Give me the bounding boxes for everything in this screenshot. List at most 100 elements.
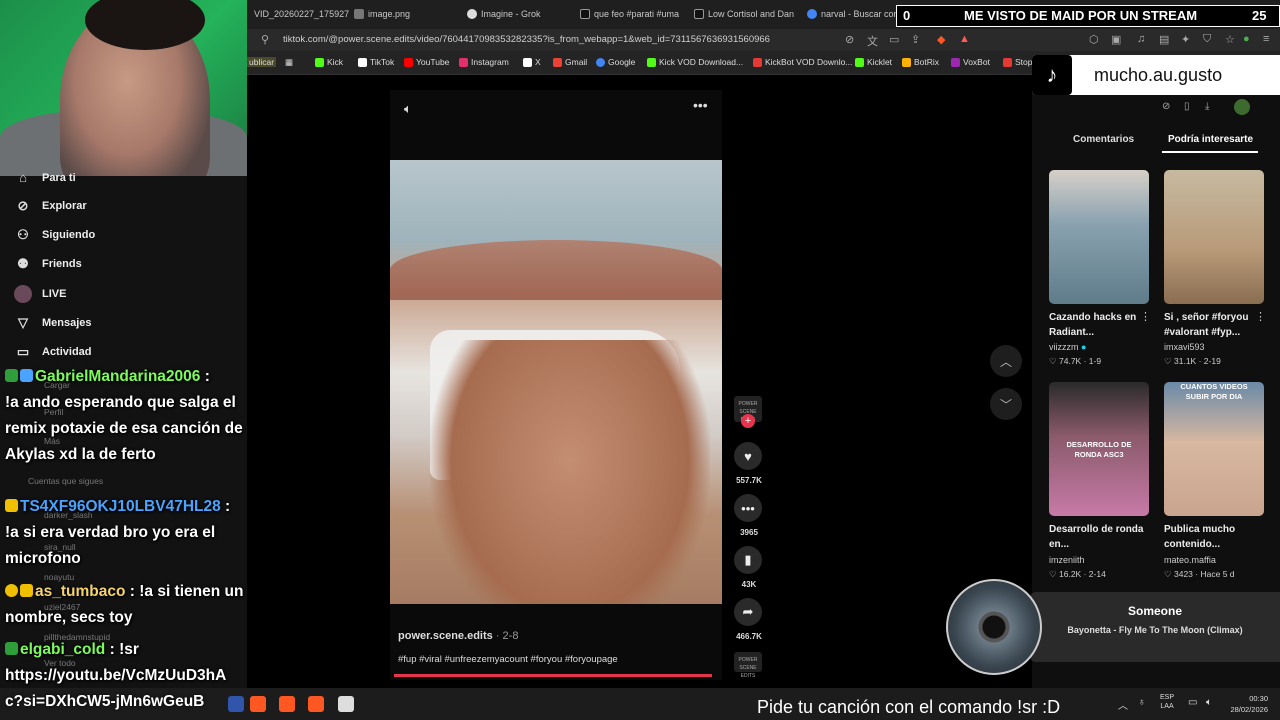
volume-tray-icon[interactable]: 🔈︎ [1206, 697, 1212, 708]
sidebar-icon[interactable]: ▣ [1111, 33, 1121, 46]
kebab-menu-icon[interactable]: ⋮ [1255, 310, 1266, 323]
bookmark-x[interactable]: X [523, 57, 541, 67]
extensions-icon[interactable]: ⬡ [1089, 33, 1099, 46]
kebab-menu-icon[interactable]: ⋮ [1140, 310, 1151, 323]
video-progress-bar[interactable] [394, 674, 712, 677]
suggested-video-thumbnail[interactable]: CUANTOS VIDEOS SUBIR POR DIA [1164, 382, 1264, 516]
brave-browser-icon[interactable] [250, 696, 266, 712]
sidebar-item-explorar[interactable]: ⊘ Explorar [14, 198, 87, 214]
menu-icon[interactable]: ≡ [1263, 33, 1269, 45]
brave-browser-icon[interactable] [308, 696, 324, 712]
leo-icon[interactable]: ✦ [1181, 33, 1190, 46]
video-author[interactable]: power.scene.edits · 2-8 [398, 630, 518, 642]
comment-button[interactable]: ••• [734, 494, 762, 522]
tray-chevron-icon[interactable]: ︿ [1118, 697, 1128, 712]
bookmark-gmail[interactable]: Gmail [553, 57, 587, 67]
system-clock[interactable]: 00:30 28/02/2026 [1224, 693, 1268, 715]
bookmark-stop[interactable]: Stop [1003, 57, 1033, 67]
suggested-video-author[interactable]: mateo.maffia [1164, 555, 1216, 565]
tune-icon[interactable]: ⚲ [261, 33, 269, 46]
brave-rewards-icon[interactable]: ▲ [959, 33, 970, 45]
screen-icon[interactable]: ▭ [889, 33, 899, 46]
taskbar-app-icon[interactable] [228, 696, 244, 712]
bookmark-botrix[interactable]: BotRix [902, 57, 939, 67]
sidebar-item-live[interactable]: LIVE [14, 285, 66, 303]
download-icon[interactable]: ⤓ [1205, 101, 1209, 112]
mod-badge-icon [5, 642, 18, 655]
compass-icon[interactable]: ⊘ [1162, 101, 1170, 112]
bookmark-kick-vod[interactable]: Kick VOD Download... [647, 57, 743, 67]
suggested-video-thumbnail[interactable]: DESARROLLO DE RONDA ASC3 [1049, 382, 1149, 516]
chat-username[interactable]: TS4XF96OKJ10LBV47HL28 [20, 498, 221, 515]
bookmark-google[interactable]: Google [596, 57, 635, 67]
monitor-icon[interactable]: ▭ [1188, 697, 1197, 708]
tiktok-icon [580, 9, 590, 19]
vpn-icon[interactable]: ⛉ [1203, 33, 1211, 46]
suggested-video-title[interactable]: Cazando hacks en Radiant... [1049, 310, 1153, 340]
suggested-video-title[interactable]: Publica mucho contenido... [1164, 522, 1268, 552]
sidebar-item-friends[interactable]: ⚉ Friends [14, 256, 82, 272]
heart-outline-icon: ♡ [1164, 569, 1172, 579]
video-hashtags[interactable]: #fup #viral #unfreezemyacount #foryou #f… [398, 654, 618, 665]
browser-tab[interactable]: narval - Buscar con G [807, 5, 899, 23]
suggested-video-title[interactable]: Desarrollo de ronda en... [1049, 522, 1153, 552]
bookmark-youtube[interactable]: YouTube [404, 57, 449, 67]
brave-shield-icon[interactable]: ◆ [937, 33, 945, 46]
browser-tab[interactable]: VID_20260227_175927 [254, 5, 354, 23]
share-button[interactable]: ➦ [734, 598, 762, 626]
chat-username[interactable]: GabrielMandarina2006 [35, 368, 200, 385]
volume-icon[interactable]: 🔈︎ [404, 101, 412, 117]
suggested-video-thumbnail[interactable] [1049, 170, 1149, 304]
bookmark-item[interactable]: ublicar [247, 57, 277, 67]
grok-icon [467, 9, 477, 19]
bookmark-voxbot[interactable]: VoxBot [951, 57, 990, 67]
browser-tab[interactable]: Low Cortisol and Danc [694, 5, 794, 23]
browser-tab[interactable]: que feo #parati #uma [580, 5, 680, 23]
media-icon[interactable]: ♫ [1137, 33, 1145, 45]
device-icon[interactable]: ▯ [1184, 101, 1190, 112]
profile-icon[interactable]: ● [1243, 33, 1250, 45]
sidebar-item-mensajes[interactable]: ▽ Mensajes [14, 315, 92, 331]
no-script-icon[interactable]: ⊘ [845, 33, 854, 46]
suggested-video-title[interactable]: Si , señor #foryou #valorant #fyp... [1164, 310, 1268, 340]
video-date: 2-8 [502, 630, 519, 642]
bookmark-kickbot[interactable]: KickBot VOD Downlo... [753, 57, 852, 67]
browser-tab[interactable]: image.png [354, 5, 454, 23]
bookmark-instagram[interactable]: Instagram [459, 57, 509, 67]
bookmark-tiktok[interactable]: TikTok [358, 57, 394, 67]
brave-browser-icon[interactable] [279, 696, 295, 712]
sidebar-item-actividad[interactable]: ▭ Actividad [14, 344, 92, 360]
suggested-video-author[interactable]: viizzzm ● [1049, 342, 1086, 352]
share-icon[interactable]: ⇪ [911, 33, 920, 46]
sound-avatar[interactable]: POWER SCENE EDITS [734, 652, 762, 679]
tiktok-handle: mucho.au.gusto [1094, 64, 1223, 85]
bookmark-kicklet[interactable]: Kicklet [855, 57, 892, 67]
suggested-video-author[interactable]: imxavi593 [1164, 342, 1205, 352]
bookmark-kick[interactable]: Kick [315, 57, 343, 67]
wallet-icon[interactable]: ▤ [1159, 33, 1169, 46]
apps-icon[interactable]: ▦ [285, 57, 293, 68]
sidebar-item-siguiendo[interactable]: ⚇ Siguiendo [14, 227, 95, 243]
browser-tab[interactable]: Imagine - Grok [467, 5, 567, 23]
file-icon[interactable] [338, 696, 354, 712]
like-button[interactable]: ♥ [734, 442, 762, 470]
chat-username[interactable]: as_tumbaco [35, 583, 125, 600]
previous-video-button[interactable]: ︿ [990, 345, 1022, 377]
suggested-video-thumbnail[interactable] [1164, 170, 1264, 304]
user-avatar[interactable] [1234, 99, 1250, 115]
microphone-icon[interactable]: ♁ [1138, 697, 1146, 708]
translate-icon[interactable]: 文 [867, 33, 878, 49]
follow-plus-icon[interactable]: + [741, 414, 755, 428]
save-button[interactable]: ▮ [734, 546, 762, 574]
suggested-video-author[interactable]: imzeniith [1049, 555, 1085, 565]
bookmark-star-icon[interactable]: ☆ [1225, 33, 1235, 46]
url-field[interactable]: tiktok.com/@power.scene.edits/video/7604… [283, 34, 770, 45]
tab-comentarios[interactable]: Comentarios [1073, 134, 1134, 145]
chat-username[interactable]: elgabi_cold [20, 641, 105, 658]
sidebar-item-para-ti[interactable]: ⌂ Para ti [14, 170, 76, 185]
more-options-icon[interactable]: ••• [693, 97, 708, 113]
tab-podria-interesarte[interactable]: Podría interesarte [1168, 134, 1253, 145]
next-video-button[interactable]: ﹀ [990, 388, 1022, 420]
input-language[interactable]: ESP LAA [1160, 693, 1174, 711]
video-player[interactable] [390, 160, 722, 604]
